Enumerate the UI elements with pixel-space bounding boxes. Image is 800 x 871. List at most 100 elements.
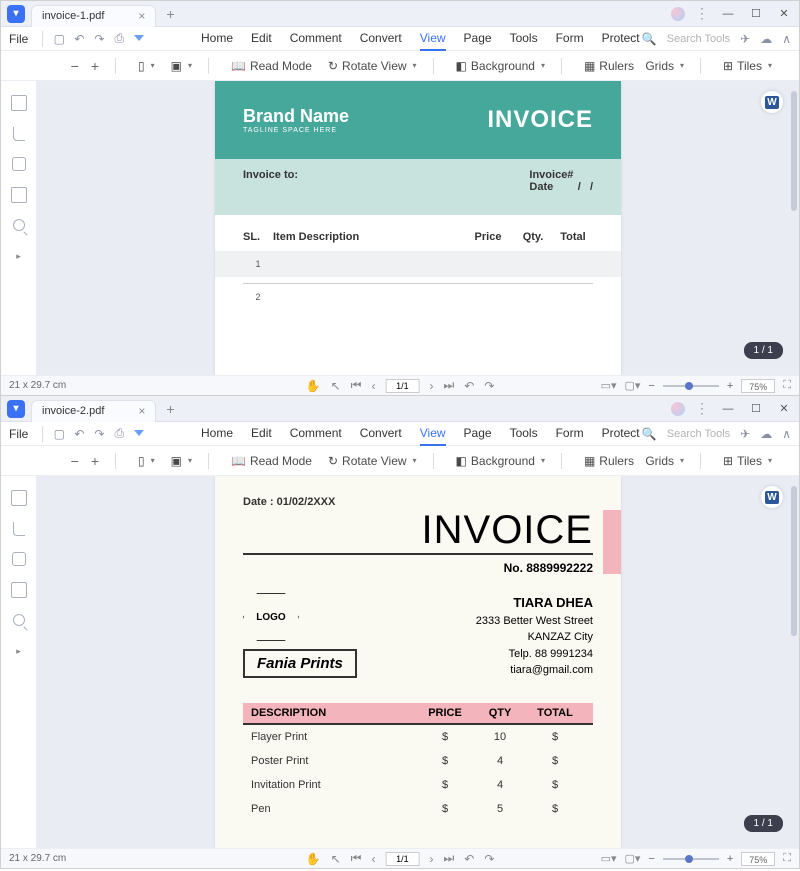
save-icon[interactable]: ▢	[51, 31, 67, 47]
cloud-icon[interactable]: ☁	[760, 32, 772, 46]
page-layout-dropdown[interactable]: ▣▾	[171, 59, 192, 73]
file-menu[interactable]: File	[9, 427, 28, 441]
menu-view[interactable]: View	[420, 422, 446, 446]
page-input[interactable]	[385, 379, 419, 393]
attachments-icon[interactable]	[11, 582, 27, 598]
background-button[interactable]: ◧Background▾	[456, 454, 545, 468]
app-icon[interactable]: ▾	[7, 400, 25, 418]
fullscreen-icon[interactable]: ⛶	[783, 379, 791, 392]
bookmarks-icon[interactable]	[13, 127, 25, 141]
forward-icon[interactable]: ↷	[484, 852, 494, 866]
account-icon[interactable]	[671, 402, 685, 416]
close-icon[interactable]: ×	[138, 9, 145, 23]
comments-icon[interactable]	[12, 552, 26, 566]
scrollbar[interactable]	[791, 484, 797, 822]
attachments-icon[interactable]	[11, 187, 27, 203]
expand-sidebar-icon[interactable]: ▸	[16, 646, 21, 657]
bookmarks-icon[interactable]	[13, 522, 25, 536]
maximize-button[interactable]: ☐	[747, 402, 765, 416]
hand-tool-icon[interactable]: ✋	[306, 379, 321, 393]
page-display-dropdown[interactable]: ▯▾	[138, 454, 155, 468]
fit-width-icon[interactable]: ▭▾	[601, 379, 617, 392]
zoom-percentage[interactable]: 75%	[741, 852, 775, 866]
prev-page-icon[interactable]: ‹	[371, 852, 375, 866]
menu-comment[interactable]: Comment	[290, 422, 342, 446]
export-word-button[interactable]: W	[761, 486, 783, 508]
filter-icon[interactable]	[131, 426, 147, 442]
tab-invoice2[interactable]: invoice-2.pdf ×	[31, 400, 156, 422]
filter-icon[interactable]	[131, 31, 147, 47]
minimize-button[interactable]: —	[719, 7, 737, 21]
select-tool-icon[interactable]: ↖	[331, 852, 341, 866]
close-button[interactable]: ✕	[775, 402, 793, 416]
next-page-icon[interactable]: ›	[429, 379, 433, 393]
app-icon[interactable]: ▾	[7, 5, 25, 23]
menu-home[interactable]: Home	[201, 422, 233, 446]
back-icon[interactable]: ↶	[464, 852, 474, 866]
zoom-in-status[interactable]: +	[727, 380, 733, 392]
rulers-grids-button[interactable]: ▦Rulers Grids▾	[584, 454, 684, 468]
prev-page-icon[interactable]: ‹	[371, 379, 375, 393]
fit-page-icon[interactable]: ▢▾	[625, 852, 641, 865]
send-icon[interactable]: ✈	[740, 427, 750, 441]
select-tool-icon[interactable]: ↖	[331, 379, 341, 393]
page-layout-dropdown[interactable]: ▣▾	[171, 454, 192, 468]
zoom-out-status[interactable]: −	[648, 853, 654, 865]
last-page-icon[interactable]: ⏭	[443, 851, 454, 866]
print-icon[interactable]: ⎙	[111, 426, 127, 442]
canvas[interactable]: Brand NameTAGLINE SPACE HERE INVOICE Inv…	[37, 81, 799, 375]
maximize-button[interactable]: ☐	[747, 7, 765, 21]
save-icon[interactable]: ▢	[51, 426, 67, 442]
canvas[interactable]: Date : 01/02/2XXX INVOICE No. 8889992222…	[37, 476, 799, 848]
menu-page[interactable]: Page	[464, 27, 492, 51]
menu-convert[interactable]: Convert	[360, 422, 402, 446]
last-page-icon[interactable]: ⏭	[443, 378, 454, 393]
search-panel-icon[interactable]	[13, 219, 25, 231]
zoom-in-button[interactable]: +	[91, 58, 99, 74]
close-icon[interactable]: ×	[138, 404, 145, 418]
export-word-button[interactable]: W	[761, 91, 783, 113]
menu-protect[interactable]: Protect	[602, 27, 640, 51]
redo-icon[interactable]: ↷	[91, 426, 107, 442]
print-icon[interactable]: ⎙	[111, 31, 127, 47]
fit-page-icon[interactable]: ▢▾	[625, 379, 641, 392]
new-tab-button[interactable]: +	[166, 401, 174, 417]
undo-icon[interactable]: ↶	[71, 426, 87, 442]
menu-form[interactable]: Form	[556, 27, 584, 51]
zoom-out-status[interactable]: −	[648, 380, 654, 392]
comments-icon[interactable]	[12, 157, 26, 171]
minimize-button[interactable]: —	[719, 402, 737, 416]
menu-home[interactable]: Home	[201, 27, 233, 51]
first-page-icon[interactable]: ⏮	[351, 851, 362, 866]
thumbnails-icon[interactable]	[11, 490, 27, 506]
menu-tools[interactable]: Tools	[510, 422, 538, 446]
read-mode-button[interactable]: 📖Read Mode	[231, 454, 312, 468]
menu-protect[interactable]: Protect	[602, 422, 640, 446]
more-icon[interactable]: ⋮	[695, 400, 709, 417]
zoom-out-button[interactable]: −	[71, 58, 79, 74]
cloud-icon[interactable]: ☁	[760, 427, 772, 441]
tiles-button[interactable]: ⊞Tiles▾	[723, 454, 772, 468]
undo-icon[interactable]: ↶	[71, 31, 87, 47]
collapse-icon[interactable]: ∧	[782, 427, 791, 441]
menu-page[interactable]: Page	[464, 422, 492, 446]
menu-view[interactable]: View	[420, 27, 446, 51]
rulers-grids-button[interactable]: ▦Rulers Grids▾	[584, 59, 684, 73]
zoom-out-button[interactable]: −	[71, 453, 79, 469]
rotate-view-button[interactable]: ↻Rotate View▾	[328, 59, 417, 73]
menu-edit[interactable]: Edit	[251, 422, 272, 446]
search-icon[interactable]: 🔍	[642, 32, 657, 46]
new-tab-button[interactable]: +	[166, 6, 174, 22]
file-menu[interactable]: File	[9, 32, 28, 46]
search-panel-icon[interactable]	[13, 614, 25, 626]
page-input[interactable]	[385, 852, 419, 866]
fit-width-icon[interactable]: ▭▾	[601, 852, 617, 865]
read-mode-button[interactable]: 📖Read Mode	[231, 59, 312, 73]
menu-form[interactable]: Form	[556, 422, 584, 446]
menu-edit[interactable]: Edit	[251, 27, 272, 51]
redo-icon[interactable]: ↷	[91, 31, 107, 47]
close-button[interactable]: ✕	[775, 7, 793, 21]
expand-sidebar-icon[interactable]: ▸	[16, 251, 21, 262]
menu-tools[interactable]: Tools	[510, 27, 538, 51]
zoom-slider[interactable]	[663, 858, 719, 860]
